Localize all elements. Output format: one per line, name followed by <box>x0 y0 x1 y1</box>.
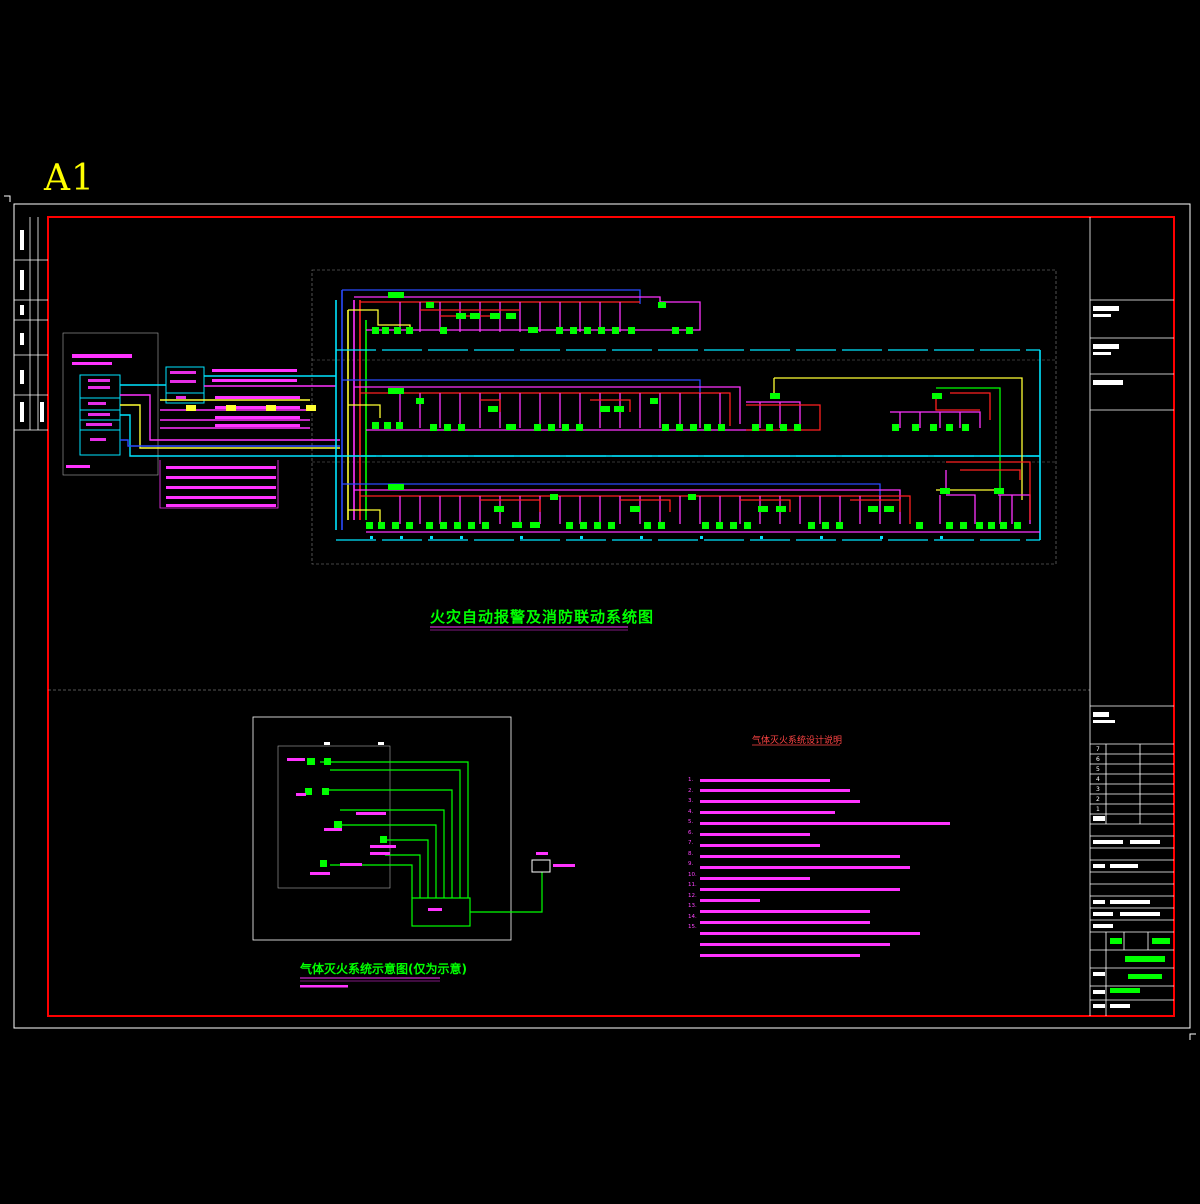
note-item: 4. <box>688 808 694 815</box>
svg-text:7: 7 <box>1096 746 1100 753</box>
notes-list: 1. 2. 3. 4. 5. 6. 7. 8. 9. 10. 11. 12. 1… <box>688 775 958 933</box>
note-item: 1. <box>688 777 694 783</box>
note-item: 13. <box>688 903 697 909</box>
gas-system-diagram <box>252 716 575 941</box>
svg-text:4: 4 <box>1096 776 1100 783</box>
note-item: 6. <box>688 829 694 836</box>
title-block <box>1089 217 1174 1016</box>
note-item: 12. <box>688 892 697 899</box>
sheet-size-label: A1 <box>44 158 95 199</box>
note-item: 3. <box>688 798 694 804</box>
note-item: 7. <box>688 840 694 846</box>
note-item: 11. <box>688 882 697 888</box>
svg-text:6: 6 <box>1096 756 1100 763</box>
main-diagram-boundary <box>311 269 1057 565</box>
svg-text:3: 3 <box>1096 786 1100 793</box>
gas-diagram-title: 气体灭火系统示意图(仅为示意) <box>300 962 467 976</box>
fire-control-panel <box>62 332 1040 509</box>
floor-row-1 <box>336 289 1040 351</box>
drawing-sheet: 7 6 5 4 3 2 1 <box>0 0 1200 1200</box>
note-item: 8. <box>688 850 694 857</box>
row3-devices <box>366 484 1021 529</box>
svg-text:5: 5 <box>1096 766 1100 773</box>
note-item: 2. <box>688 787 694 794</box>
notes-title: 气体灭火系统设计说明 <box>752 736 843 746</box>
svg-text:1: 1 <box>1096 806 1100 813</box>
note-item: 15. <box>688 924 697 930</box>
note-item: 9. <box>688 861 694 867</box>
main-diagram-title: 火灾自动报警及消防联动系统图 <box>430 608 655 626</box>
left-margin-strip <box>14 217 48 431</box>
row-node-marks <box>370 536 943 539</box>
note-item: 5. <box>688 819 694 825</box>
svg-text:2: 2 <box>1096 796 1100 803</box>
row2-devices <box>372 388 969 431</box>
rev-numbers: 7 6 5 4 3 2 1 <box>1096 746 1100 813</box>
note-item: 10. <box>688 871 697 878</box>
note-item: 14. <box>688 913 697 920</box>
